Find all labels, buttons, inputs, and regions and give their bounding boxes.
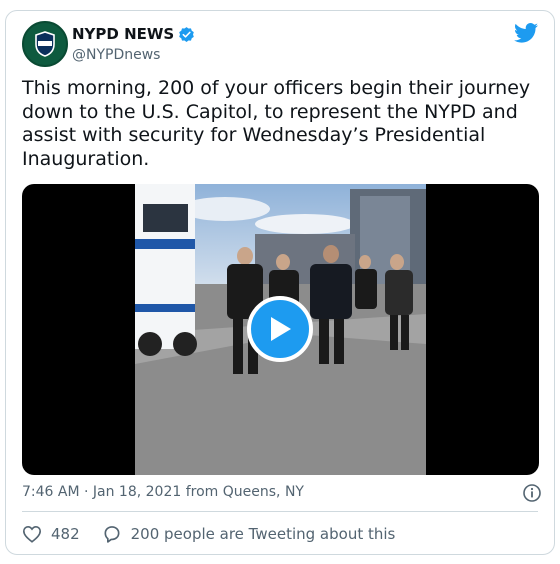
author-name-row[interactable]: NYPD NEWS [72, 25, 195, 43]
handle[interactable]: @NYPDnews [72, 47, 160, 63]
speech-bubble-icon [104, 526, 120, 543]
twitter-bird-icon[interactable] [514, 23, 538, 47]
display-name[interactable]: NYPD NEWS [72, 25, 174, 43]
info-icon[interactable] [522, 483, 542, 507]
tweet-text: This morning, 200 of your officers begin… [22, 77, 531, 170]
action-bar: 482 200 people are Tweeting about this [22, 524, 395, 544]
conversation-button[interactable]: 200 people are Tweeting about this [102, 524, 396, 544]
tweet-metadata: 7:46 AM · Jan 18, 2021 from Queens, NY [22, 484, 542, 502]
conversation-text: 200 people are Tweeting about this [130, 525, 396, 543]
like-button[interactable]: 482 [22, 525, 80, 543]
like-count: 482 [51, 525, 80, 543]
play-button[interactable] [247, 296, 313, 362]
video-player[interactable] [22, 184, 539, 475]
divider [22, 511, 538, 512]
tweet-card[interactable]: NYPD NEWS @NYPDnews This morning, 200 of… [5, 10, 555, 555]
nypd-badge-icon [35, 31, 55, 57]
heart-icon [22, 525, 42, 543]
play-icon [271, 317, 291, 341]
timestamp[interactable]: 7:46 AM · Jan 18, 2021 from Queens, NY [22, 484, 304, 500]
verified-badge-icon [178, 26, 195, 43]
avatar[interactable] [22, 21, 68, 67]
